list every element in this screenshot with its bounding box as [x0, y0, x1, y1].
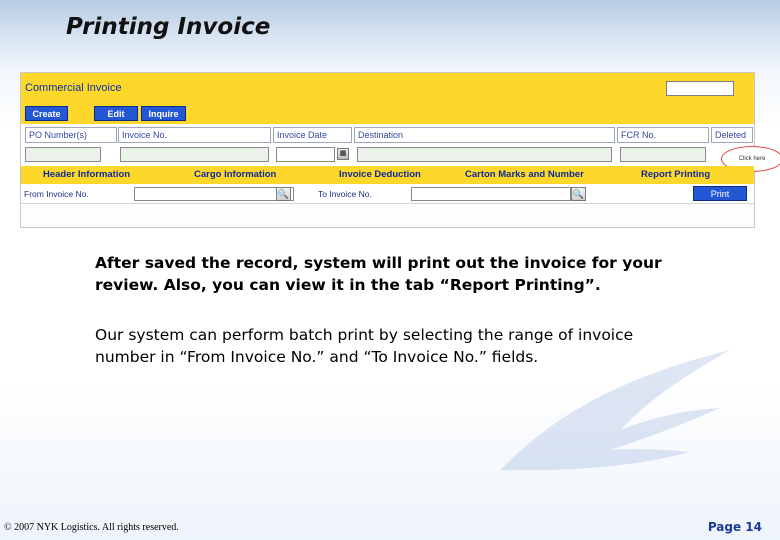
invoice-no-label: Invoice No. [118, 127, 271, 143]
commercial-invoice-screenshot: Commercial Invoice Create Edit Inquire P… [20, 72, 780, 228]
app-header: Commercial Invoice [21, 73, 754, 101]
slide-title: Printing Invoice [66, 14, 271, 40]
print-range-row: From Invoice No. 🔍 To Invoice No. 🔍 Prin… [21, 184, 754, 204]
po-number-label: PO Number(s) [25, 127, 117, 143]
tab-bar: Header Information Cargo Information Inv… [21, 166, 754, 184]
invoice-no-input[interactable] [120, 147, 269, 162]
from-lookup-icon[interactable]: 🔍 [276, 187, 291, 201]
copyright-footer: © 2007 NYK Logistics. All rights reserve… [4, 522, 179, 533]
from-invoice-label: From Invoice No. [24, 189, 89, 199]
tab-header-information[interactable]: Header Information [43, 169, 130, 180]
tab-carton-marks[interactable]: Carton Marks and Number [465, 169, 584, 180]
to-invoice-input[interactable] [411, 187, 571, 201]
edit-button[interactable]: Edit [94, 106, 138, 121]
to-lookup-icon[interactable]: 🔍 [571, 187, 586, 201]
tab-report-printing[interactable]: Report Printing [641, 169, 710, 180]
invoice-date-label: Invoice Date [273, 127, 352, 143]
header-search-box[interactable] [666, 81, 734, 96]
po-number-input[interactable] [25, 147, 101, 162]
invoice-date-input[interactable] [276, 147, 335, 162]
to-invoice-label: To Invoice No. [318, 189, 372, 199]
print-button[interactable]: Print [693, 186, 747, 201]
paragraph-review: After saved the record, system will prin… [95, 254, 662, 294]
fcr-no-input[interactable] [620, 147, 706, 162]
app-title: Commercial Invoice [25, 82, 122, 94]
inquire-button[interactable]: Inquire [141, 106, 186, 121]
app-bottom-area [21, 206, 754, 227]
destination-input[interactable] [357, 147, 612, 162]
page-number: Page 14 [707, 520, 762, 534]
toolbar: Create Edit Inquire [21, 101, 754, 124]
deleted-label: Deleted [711, 127, 753, 143]
fcr-no-label: FCR No. [617, 127, 709, 143]
field-labels: PO Number(s) Invoice No. Invoice Date De… [21, 127, 754, 143]
calendar-icon[interactable]: ▦ [337, 148, 349, 160]
destination-label: Destination [354, 127, 615, 143]
tab-invoice-deduction[interactable]: Invoice Deduction [339, 169, 421, 180]
tab-cargo-information[interactable]: Cargo Information [194, 169, 276, 180]
paragraph-batch-print: Our system can perform batch print by se… [95, 326, 634, 366]
from-invoice-input[interactable] [134, 187, 294, 201]
create-button[interactable]: Create [25, 106, 68, 121]
